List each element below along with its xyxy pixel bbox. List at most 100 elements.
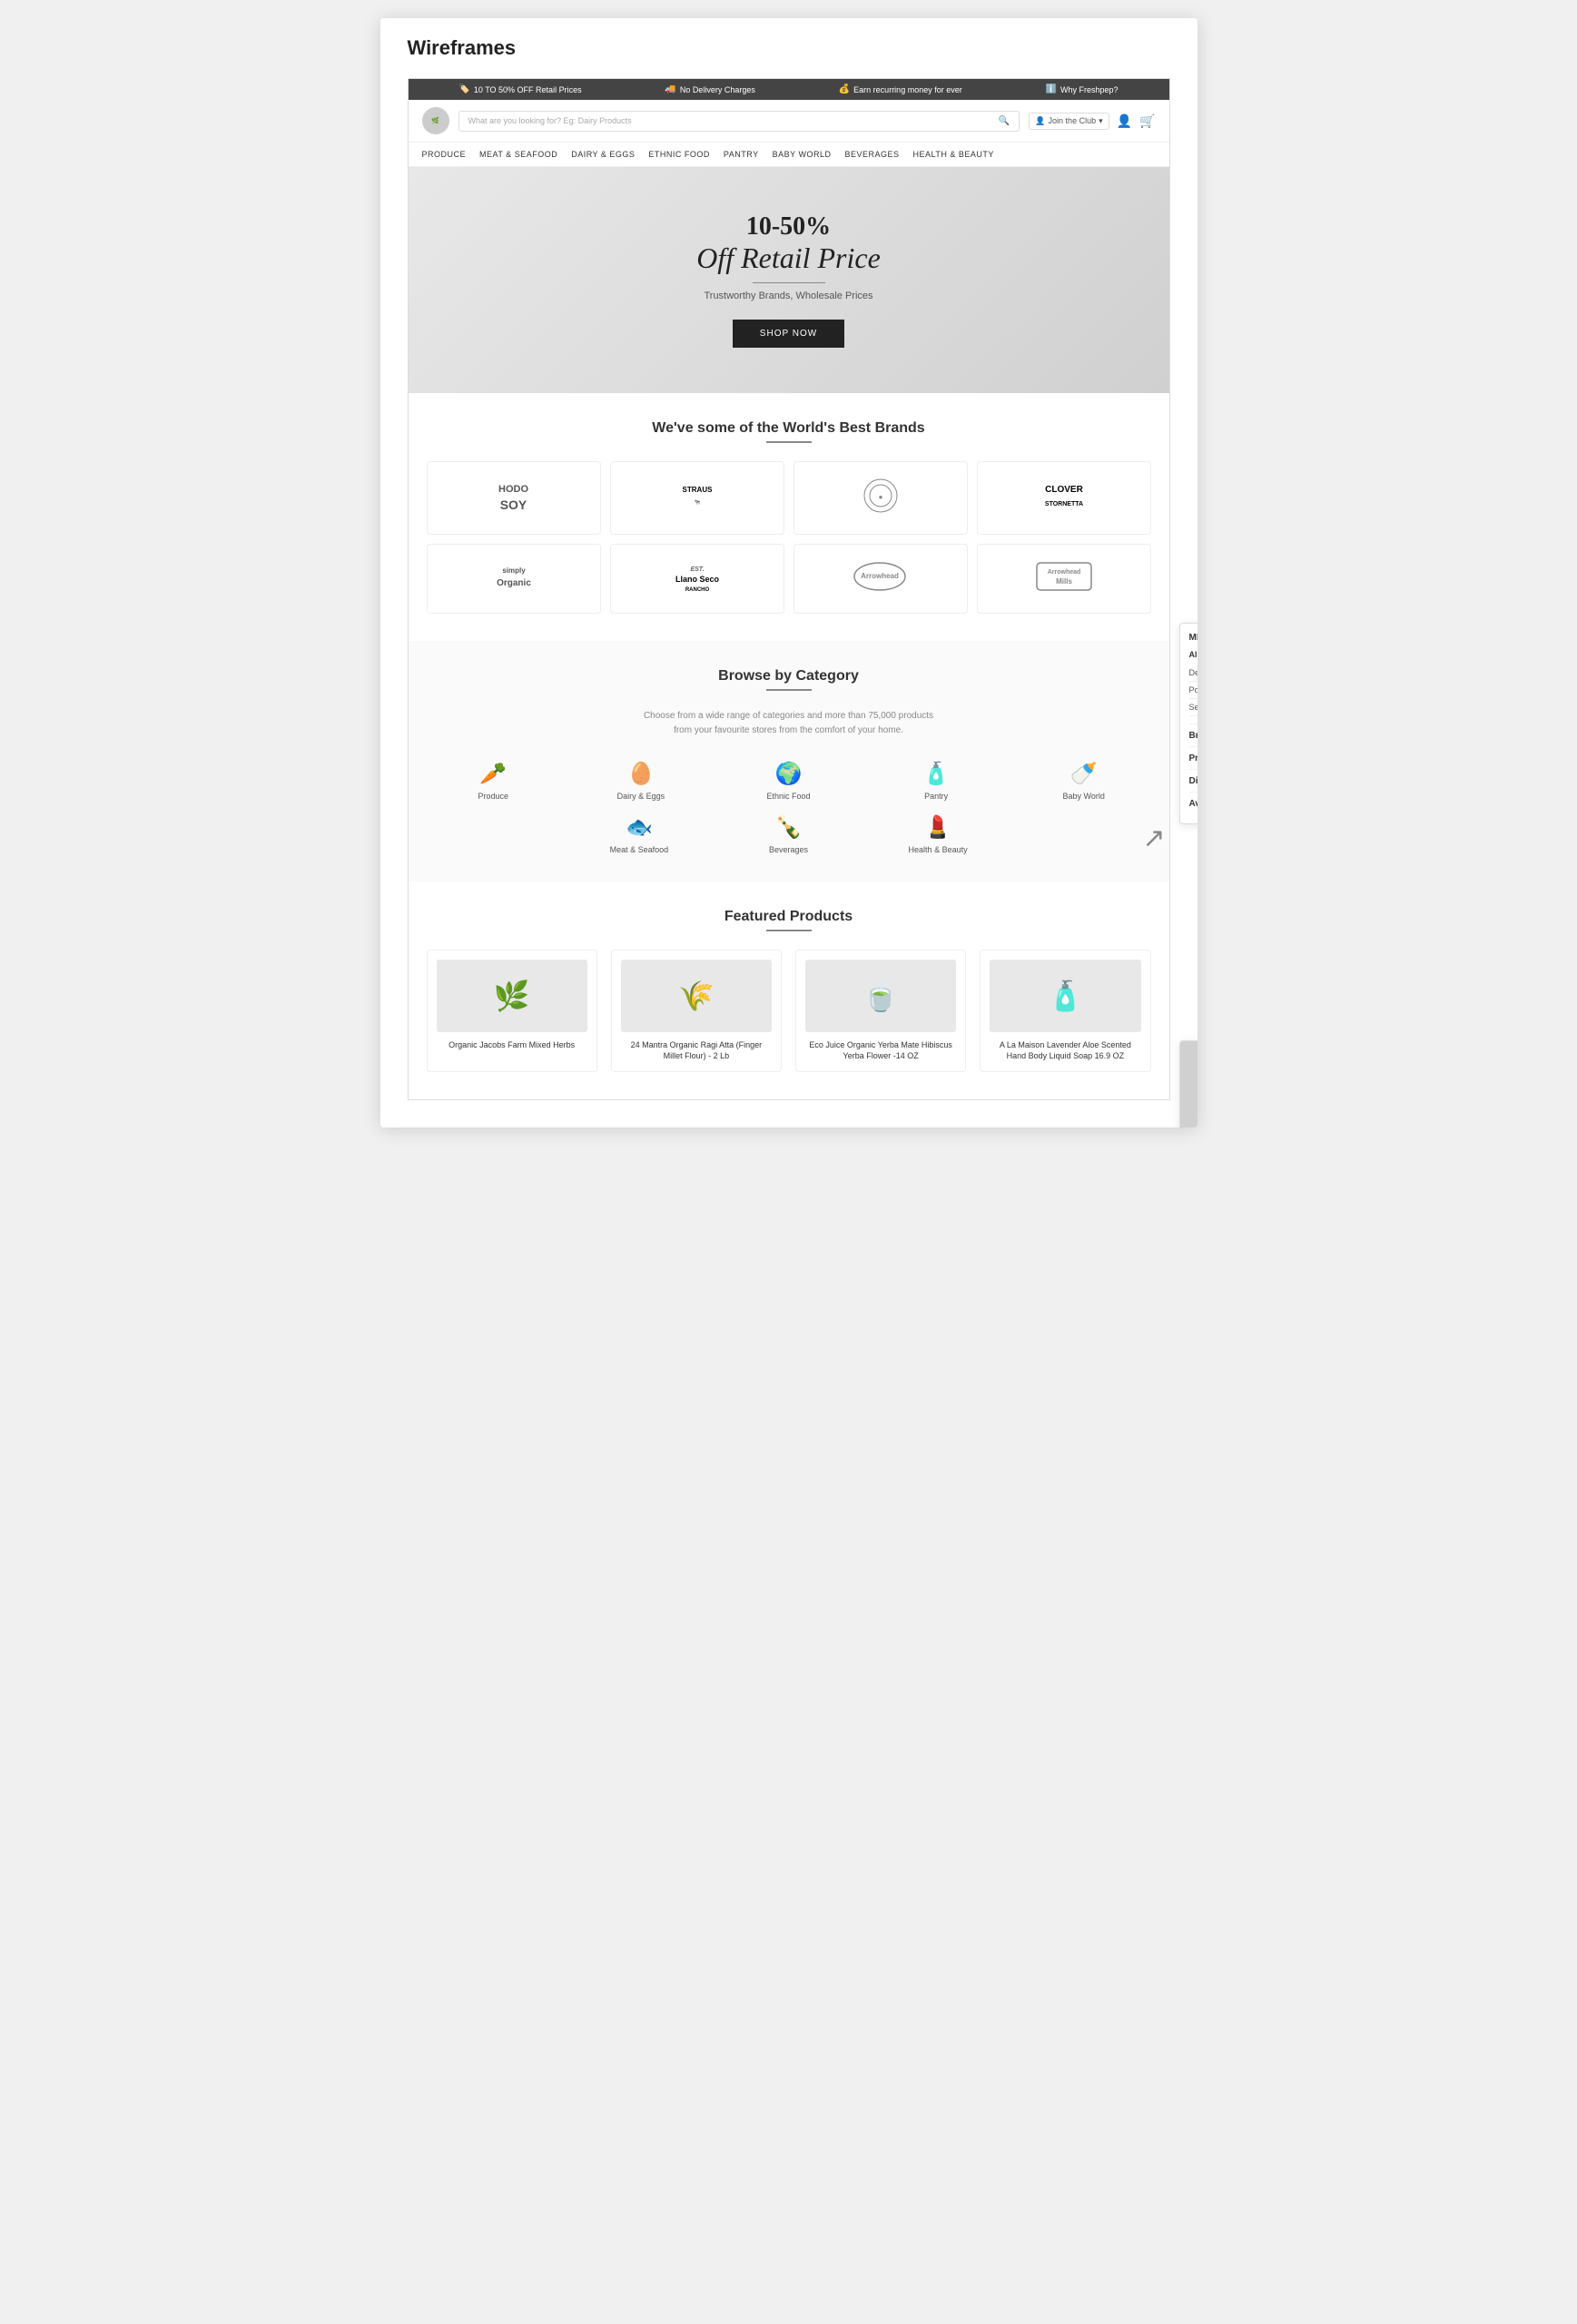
product-4-name: A La Maison Lavender Aloe Scented Hand B…	[990, 1039, 1140, 1062]
nav-meat-seafood[interactable]: MEAT & SEAFOOD	[479, 150, 557, 159]
shop-now-button[interactable]: SHOP NOW	[733, 320, 844, 348]
product-4-img: 🧴	[990, 960, 1140, 1032]
availability-filter-label: Availablity	[1189, 799, 1198, 809]
brand-logo-simply: simplyOrganic	[487, 558, 541, 598]
banner-item-discount: 🏷️ 10 TO 50% OFF Retail Prices	[458, 84, 581, 94]
filter-discount[interactable]: Discount +	[1189, 769, 1198, 792]
category-beverages[interactable]: 🍾 Beverages	[721, 814, 857, 854]
categories-row1: 🥕 Produce 🥚 Dairy & Eggs 🌍 Ethnic Food 🧴…	[427, 761, 1151, 801]
tag-icon: 🏷️	[458, 84, 469, 94]
filter-availability[interactable]: Availablity +	[1189, 792, 1198, 814]
banner-item-delivery: 🚚 No Delivery Charges	[665, 84, 754, 94]
baby-label: Baby World	[1017, 792, 1151, 801]
category-baby-world[interactable]: 🍼 Baby World	[1017, 761, 1151, 801]
brand-hodo-soy[interactable]: HODOSOY	[427, 461, 601, 535]
baby-icon: 🍼	[1017, 761, 1151, 787]
category-meat-seafood[interactable]: 🐟 Meat & Seafood	[571, 814, 707, 854]
brand-badge[interactable]: ●	[793, 461, 968, 535]
category-dairy-eggs[interactable]: 🥚 Dairy & Eggs	[574, 761, 708, 801]
brand-arrowhead-mills[interactable]: ArrowheadMills	[977, 544, 1151, 613]
banner-item-why: ℹ️ Why Freshpep?	[1046, 84, 1119, 94]
brand-straus[interactable]: STRAUS 🐄	[610, 461, 784, 535]
sidebar-item-deli-meat[interactable]: Deli Meat (7) ›	[1189, 665, 1198, 682]
price-filter-label: Price	[1189, 753, 1198, 763]
nav-health-beauty[interactable]: HEALTH & BEAUTY	[912, 150, 993, 159]
filter-price[interactable]: Price +	[1189, 746, 1198, 769]
cart-icon[interactable]: 🛒	[1139, 113, 1155, 129]
category-section: Browse by Category Choose from a wide ra…	[409, 641, 1169, 881]
brands-grid: HODOSOY STRAUS 🐄 ●	[427, 461, 1151, 614]
svg-text:EST.: EST.	[690, 566, 704, 573]
seafood-label: Seafood (2)	[1189, 703, 1198, 712]
meat-label: Meat & Seafood	[571, 845, 707, 854]
product-3[interactable]: 🍵 Eco Juice Organic Yerba Mate Hibiscus …	[795, 950, 966, 1072]
dairy-label: Dairy & Eggs	[574, 792, 708, 801]
brand-logo-llano: EST. Llano Seco RANCHO	[665, 558, 729, 598]
brand-simply-organic[interactable]: simplyOrganic	[427, 544, 601, 613]
svg-text:Mills: Mills	[1056, 577, 1072, 586]
svg-text:CLOVER: CLOVER	[1045, 485, 1083, 495]
page-title: Wireframes	[408, 36, 1170, 60]
join-club-button[interactable]: 👤 Join the Club ▾	[1029, 113, 1109, 130]
overlay-product-img: 🥩	[1180, 1041, 1198, 1128]
sidebar-category-title: MEAT & SEAFOOD	[1189, 633, 1198, 643]
product-2-name: 24 Mantra Organic Ragi Atta (Finger Mill…	[621, 1039, 772, 1062]
hero-underline	[753, 282, 825, 283]
info-icon: ℹ️	[1046, 84, 1057, 94]
produce-icon: 🥕	[427, 761, 561, 787]
health-icon: 💄	[870, 814, 1006, 841]
main-nav: PRODUCE MEAT & SEAFOOD DAIRY & EGGS ETHN…	[409, 143, 1169, 167]
nav-dairy-eggs[interactable]: DAIRY & EGGS	[571, 150, 635, 159]
site-wrapper: 🏷️ 10 TO 50% OFF Retail Prices 🚚 No Deli…	[408, 78, 1170, 1100]
product-1[interactable]: 🌿 Organic Jacobs Farm Mixed Herbs	[427, 950, 597, 1072]
nav-baby-world[interactable]: BABY WORLD	[773, 150, 832, 159]
category-title: Browse by Category	[427, 668, 1151, 684]
nav-produce[interactable]: PRODUCE	[422, 150, 467, 159]
search-bar[interactable]: What are you looking for? Eg: Dairy Prod…	[458, 111, 1020, 132]
svg-text:simply: simply	[502, 566, 526, 575]
sidebar-all[interactable]: All	[1189, 650, 1198, 659]
svg-text:RANCHO: RANCHO	[685, 587, 709, 593]
svg-text:Llano Seco: Llano Seco	[675, 575, 719, 584]
brand-logo-arrowhead2: ArrowheadMills	[1032, 558, 1096, 598]
nav-beverages[interactable]: BEVERAGES	[844, 150, 899, 159]
product-2[interactable]: 🌾 24 Mantra Organic Ragi Atta (Finger Mi…	[611, 950, 782, 1072]
chevron-down-icon: ▾	[1099, 116, 1103, 126]
curve-arrow-indicator: ↗	[1142, 822, 1165, 854]
sidebar-item-seafood[interactable]: Seafood (2)	[1189, 699, 1198, 716]
banner-item-earn: 💰 Earn recurring money for ever	[839, 84, 962, 94]
header-actions: 👤 Join the Club ▾ 👤 🛒	[1029, 113, 1155, 130]
featured-underline	[766, 930, 812, 931]
pantry-label: Pantry	[869, 792, 1003, 801]
products-grid: 🌿 Organic Jacobs Farm Mixed Herbs 🌾 24 M…	[427, 950, 1151, 1072]
logo[interactable]: 🌿	[422, 107, 449, 134]
product-4[interactable]: 🧴 A La Maison Lavender Aloe Scented Hand…	[980, 950, 1150, 1072]
brand-arrowhead[interactable]: Arrowhead	[793, 544, 968, 613]
ethnic-label: Ethnic Food	[722, 792, 856, 801]
search-icon: 🔍	[999, 116, 1010, 126]
svg-text:Arrowhead: Arrowhead	[1047, 569, 1080, 576]
svg-text:STRAUS: STRAUS	[682, 486, 713, 494]
hero-discount: 10-50%	[427, 212, 1151, 241]
filter-sidebar: MEAT & SEAFOOD All Deli Meat (7) › Poult…	[1179, 623, 1198, 824]
product-1-img: 🌿	[437, 960, 587, 1032]
category-pantry[interactable]: 🧴 Pantry	[869, 761, 1003, 801]
brand-llano-seco[interactable]: EST. Llano Seco RANCHO	[610, 544, 784, 613]
category-health-beauty[interactable]: 💄 Health & Beauty	[870, 814, 1006, 854]
product-3-name: Eco Juice Organic Yerba Mate Hibiscus Ye…	[805, 1039, 956, 1062]
sidebar-item-poultry[interactable]: Poultry (3)	[1189, 682, 1198, 699]
health-label: Health & Beauty	[870, 845, 1006, 854]
product-card-overlay[interactable]: 🥩 Applegate Sliced Roast Beef - Gluten F…	[1179, 1040, 1198, 1128]
filter-brands[interactable]: Brands +	[1189, 724, 1198, 746]
produce-label: Produce	[427, 792, 561, 801]
top-banner: 🏷️ 10 TO 50% OFF Retail Prices 🚚 No Deli…	[409, 79, 1169, 100]
svg-text:🐄: 🐄	[694, 499, 701, 506]
brand-logo-arrowhead1: Arrowhead	[851, 558, 910, 598]
brand-clover[interactable]: CLOVERSTORNETTA	[977, 461, 1151, 535]
category-ethnic-food[interactable]: 🌍 Ethnic Food	[722, 761, 856, 801]
nav-ethnic-food[interactable]: ETHNIC FOOD	[648, 150, 710, 159]
hero-subtitle: Trustworthy Brands, Wholesale Prices	[427, 290, 1151, 301]
nav-pantry[interactable]: PANTRY	[724, 150, 759, 159]
category-produce[interactable]: 🥕 Produce	[427, 761, 561, 801]
profile-icon[interactable]: 👤	[1117, 113, 1132, 129]
